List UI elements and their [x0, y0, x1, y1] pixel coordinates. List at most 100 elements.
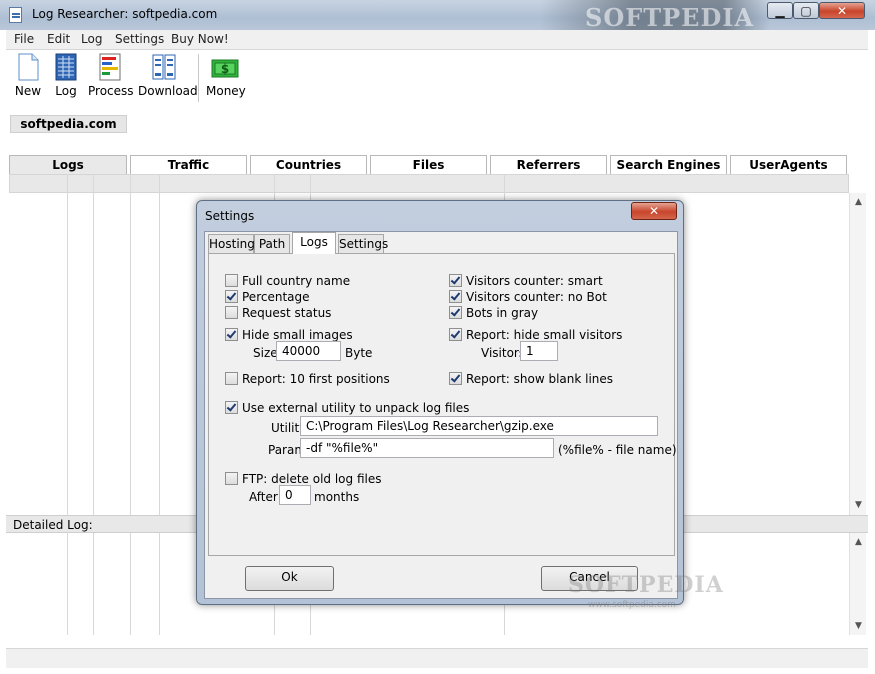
dialog-close-button[interactable]: ✕	[631, 202, 677, 220]
window-title: Log Researcher: softpedia.com	[32, 7, 218, 21]
checkbox-label: Report: 10 first positions	[242, 372, 390, 386]
visitors-nobot-checkbox[interactable]: Visitors counter: no Bot	[449, 290, 607, 304]
process-label: Process	[88, 84, 134, 98]
title-bar: SOFTPEDIA Log Researcher: softpedia.com …	[0, 0, 875, 32]
detailed-log-label: Detailed Log:	[13, 518, 93, 532]
scroll-up-arrow-icon[interactable]: ▲	[850, 535, 867, 549]
ok-button[interactable]: Ok	[245, 566, 334, 591]
checkbox-label: Full country name	[242, 274, 351, 288]
grid-header	[9, 174, 849, 193]
menu-buy-now[interactable]: Buy Now!	[171, 32, 229, 46]
tab-useragents[interactable]: UserAgents	[730, 155, 847, 175]
maximize-button[interactable]: ▢	[793, 2, 819, 19]
titlebar-watermark-text: SOFTPEDIA	[585, 3, 755, 32]
visitors-smart-checkbox[interactable]: Visitors counter: smart	[449, 274, 603, 288]
host-label[interactable]: softpedia.com	[10, 115, 127, 133]
checkbox-label: Use external utility to unpack log files	[242, 401, 470, 415]
bots-gray-checkbox[interactable]: Bots in gray	[449, 306, 538, 320]
utility-input[interactable]: C:\Program Files\Log Researcher\gzip.exe	[300, 416, 658, 436]
report-10-checkbox[interactable]: Report: 10 first positions	[225, 372, 390, 386]
detail-column-divider	[67, 533, 68, 635]
checkbox-box	[225, 274, 238, 287]
minimize-button[interactable]: ▁	[767, 2, 793, 19]
tab-logs[interactable]: Logs	[9, 155, 127, 175]
after-label: After:	[249, 490, 282, 504]
money-icon: $	[211, 53, 239, 81]
checkbox-label: Visitors counter: smart	[466, 274, 603, 288]
dialog-tab-settings[interactable]: Settings	[338, 234, 388, 253]
tab-search-engines[interactable]: Search Engines	[610, 155, 727, 175]
checkbox-label: Visitors counter: no Bot	[466, 290, 607, 304]
scroll-up-arrow-icon[interactable]: ▲	[850, 195, 867, 209]
new-button[interactable]: New	[10, 53, 46, 98]
checkbox-box	[449, 274, 462, 287]
request-status-checkbox[interactable]: Request status	[225, 306, 331, 320]
watermark-brand: SOFTPEDIA	[568, 572, 724, 598]
ftp-delete-checkbox[interactable]: FTP: delete old log files	[225, 472, 381, 486]
process-button[interactable]: Process	[88, 53, 134, 98]
new-file-icon	[16, 53, 40, 81]
log-label: Log	[55, 84, 77, 98]
checkbox-label: Report: show blank lines	[466, 372, 614, 386]
watermark-url: www.softpedia.com	[588, 600, 676, 610]
grid-column-divider	[93, 174, 94, 515]
detail-column-divider	[93, 533, 94, 635]
blank-lines-checkbox[interactable]: Report: show blank lines	[449, 372, 613, 386]
dialog-tab-path[interactable]: Path	[254, 234, 290, 253]
download-label: Download	[138, 84, 198, 98]
money-label: Money	[206, 84, 246, 98]
checkbox-box	[225, 401, 238, 414]
tab-files[interactable]: Files	[370, 155, 487, 175]
external-utility-checkbox[interactable]: Use external utility to unpack log files	[225, 401, 469, 415]
menu-log[interactable]: Log	[81, 32, 102, 46]
dialog-tab-hosting[interactable]: Hosting	[208, 234, 255, 253]
menu-settings[interactable]: Settings	[115, 32, 164, 46]
full-country-checkbox[interactable]: Full country name	[225, 274, 350, 288]
param-hint: (%file% - file name)	[558, 443, 677, 457]
dialog-body: Hosting Path Logs Settings Full country …	[204, 231, 678, 599]
checkbox-box	[449, 372, 462, 385]
tab-traffic[interactable]: Traffic	[130, 155, 247, 175]
checkbox-label: FTP: delete old log files	[242, 472, 382, 486]
toolbar-separator	[198, 54, 199, 102]
svg-text:$: $	[221, 62, 229, 76]
hide-small-images-checkbox[interactable]: Hide small images	[225, 328, 353, 342]
checkbox-label: Request status	[242, 306, 332, 320]
size-input[interactable]: 40000	[276, 341, 341, 361]
checkbox-box	[225, 290, 238, 303]
percentage-checkbox[interactable]: Percentage	[225, 290, 310, 304]
menu-edit[interactable]: Edit	[47, 32, 70, 46]
checkbox-box	[449, 328, 462, 341]
bottom-scrollbar[interactable]: ▲ ▼	[849, 533, 866, 635]
menu-file[interactable]: File	[14, 32, 34, 46]
checkbox-box	[225, 328, 238, 341]
menu-bar: File Edit Log Settings Buy Now!	[6, 30, 868, 50]
checkbox-box	[449, 306, 462, 319]
download-button[interactable]: Download	[138, 53, 198, 98]
download-icon	[152, 53, 176, 81]
tab-referrers[interactable]: Referrers	[490, 155, 607, 175]
grid-column-divider	[159, 174, 160, 515]
param-input[interactable]: -df "%file%"	[300, 438, 554, 458]
size-unit-label: Byte	[345, 346, 373, 360]
money-button[interactable]: $ Money	[206, 53, 246, 98]
checkbox-label: Bots in gray	[466, 306, 539, 320]
app-icon	[9, 7, 22, 23]
dialog-tab-logs[interactable]: Logs	[292, 232, 336, 254]
scroll-down-arrow-icon[interactable]: ▼	[850, 619, 867, 633]
scroll-down-arrow-icon[interactable]: ▼	[850, 498, 867, 512]
process-icon	[98, 53, 122, 81]
visitors-input[interactable]: 1	[520, 341, 558, 361]
close-button[interactable]: ✕	[819, 2, 865, 19]
detail-column-divider	[159, 533, 160, 635]
after-input[interactable]: 0	[279, 485, 311, 505]
checkbox-label: Hide small images	[242, 328, 353, 342]
grid-column-divider	[67, 174, 68, 515]
top-scrollbar[interactable]: ▲ ▼	[849, 193, 866, 515]
log-button[interactable]: Log	[50, 53, 82, 98]
checkbox-box	[225, 306, 238, 319]
tab-countries[interactable]: Countries	[250, 155, 367, 175]
after-unit-label: months	[314, 490, 360, 504]
checkbox-box	[449, 290, 462, 303]
hide-small-visitors-checkbox[interactable]: Report: hide small visitors	[449, 328, 622, 342]
